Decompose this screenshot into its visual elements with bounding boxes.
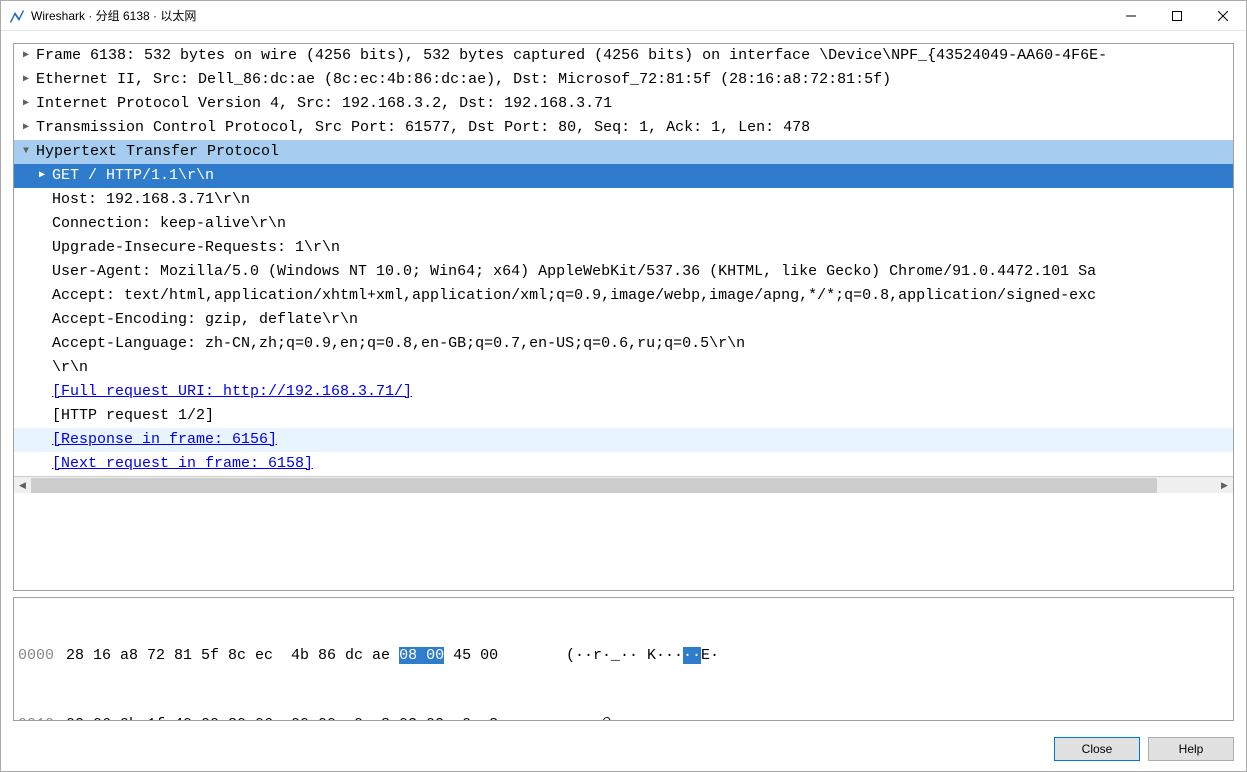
maximize-button[interactable] — [1154, 1, 1200, 31]
tree-row-tcp[interactable]: ▶Transmission Control Protocol, Src Port… — [14, 116, 1233, 140]
expand-icon[interactable]: ▶ — [18, 92, 34, 116]
scroll-right-icon[interactable]: ▶ — [1216, 477, 1233, 494]
tree-row-connection[interactable]: Connection: keep-alive\r\n — [14, 212, 1233, 236]
tree-row-crlf[interactable]: \r\n — [14, 356, 1233, 380]
titlebar: Wireshark · 分组 6138 · 以太网 — [1, 1, 1246, 31]
expand-icon[interactable]: ▶ — [18, 44, 34, 68]
tree-row-ethernet[interactable]: ▶Ethernet II, Src: Dell_86:dc:ae (8c:ec:… — [14, 68, 1233, 92]
tree-row-fulluri[interactable]: [Full request URI: http://192.168.3.71/] — [14, 380, 1233, 404]
window-controls — [1108, 1, 1246, 31]
help-button[interactable]: Help — [1148, 737, 1234, 761]
close-window-button[interactable] — [1200, 1, 1246, 31]
expand-icon[interactable]: ▶ — [34, 164, 50, 188]
packet-bytes-pane[interactable]: 000028 16 a8 72 81 5f 8c ec 4b 86 dc ae … — [13, 597, 1234, 721]
expand-icon[interactable]: ▶ — [18, 116, 34, 140]
tree-row-frame[interactable]: ▶Frame 6138: 532 bytes on wire (4256 bit… — [14, 44, 1233, 68]
scrollbar-thumb[interactable] — [31, 478, 1157, 493]
tree-row-acceptenc[interactable]: Accept-Encoding: gzip, deflate\r\n — [14, 308, 1233, 332]
scrollbar-track[interactable] — [31, 477, 1216, 494]
horizontal-scrollbar[interactable]: ◀ ▶ — [14, 476, 1233, 493]
tree-row-get[interactable]: ▶GET / HTTP/1.1\r\n — [14, 164, 1233, 188]
tree-row-http[interactable]: ▼Hypertext Transfer Protocol — [14, 140, 1233, 164]
collapse-icon[interactable]: ▼ — [18, 140, 34, 164]
scroll-left-icon[interactable]: ◀ — [14, 477, 31, 494]
close-button[interactable]: Close — [1054, 737, 1140, 761]
tree-row-useragent[interactable]: User-Agent: Mozilla/5.0 (Windows NT 10.0… — [14, 260, 1233, 284]
hex-row[interactable]: 000028 16 a8 72 81 5f 8c ec 4b 86 dc ae … — [18, 644, 1229, 667]
wireshark-icon — [9, 8, 25, 24]
packet-details-pane[interactable]: ▶Frame 6138: 532 bytes on wire (4256 bit… — [13, 43, 1234, 591]
tree-row-accept[interactable]: Accept: text/html,application/xhtml+xml,… — [14, 284, 1233, 308]
window-title: Wireshark · 分组 6138 · 以太网 — [31, 7, 1108, 24]
hex-row[interactable]: 001002 06 9b 1f 40 00 80 06 00 00 c0 a8 … — [18, 713, 1229, 721]
button-bar: Close Help — [1, 733, 1246, 771]
tree-row-upgrade[interactable]: Upgrade-Insecure-Requests: 1\r\n — [14, 236, 1233, 260]
tree-row-response[interactable]: [Response in frame: 6156] — [14, 428, 1233, 452]
tree-row-nextreq[interactable]: [Next request in frame: 6158] — [14, 452, 1233, 476]
tree-row-ip[interactable]: ▶Internet Protocol Version 4, Src: 192.1… — [14, 92, 1233, 116]
tree-row-acceptlang[interactable]: Accept-Language: zh-CN,zh;q=0.9,en;q=0.8… — [14, 332, 1233, 356]
tree-row-host[interactable]: Host: 192.168.3.71\r\n — [14, 188, 1233, 212]
wireshark-packet-window: Wireshark · 分组 6138 · 以太网 ▶Frame 6138: 5… — [0, 0, 1247, 772]
minimize-button[interactable] — [1108, 1, 1154, 31]
tree-row-reqnum[interactable]: [HTTP request 1/2] — [14, 404, 1233, 428]
expand-icon[interactable]: ▶ — [18, 68, 34, 92]
content-area: ▶Frame 6138: 532 bytes on wire (4256 bit… — [1, 31, 1246, 733]
packet-tree: ▶Frame 6138: 532 bytes on wire (4256 bit… — [14, 44, 1233, 476]
